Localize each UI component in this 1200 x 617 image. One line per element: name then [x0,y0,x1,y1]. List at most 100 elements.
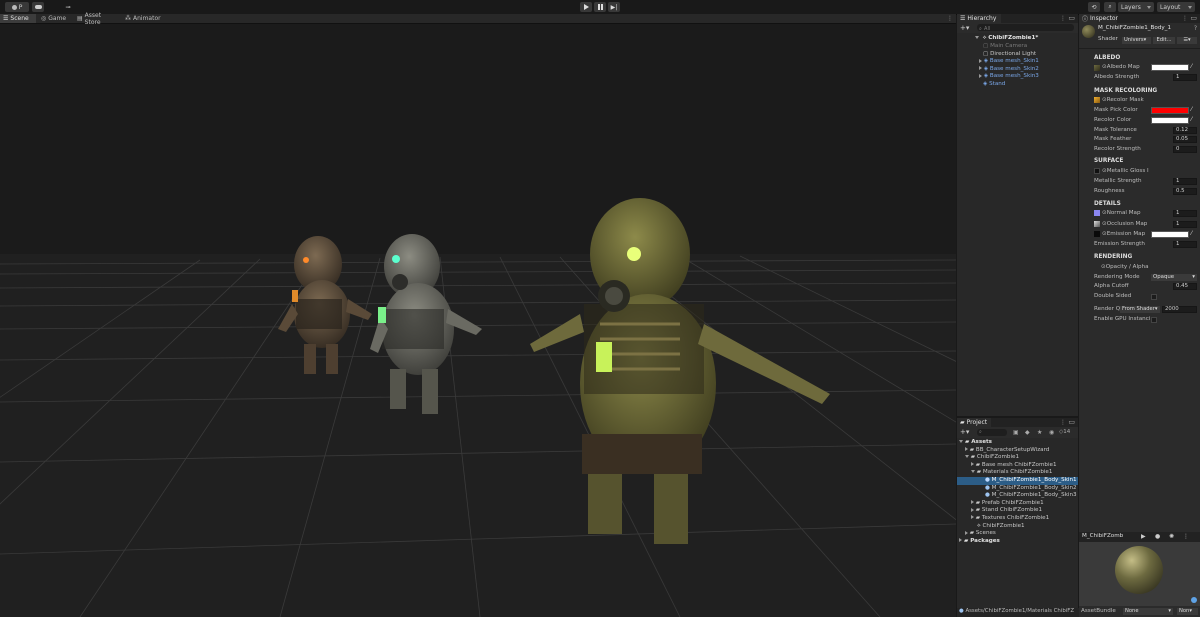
recolor-strength-field[interactable]: 0 [1173,146,1197,153]
play-icon[interactable]: ▶ [1141,533,1146,540]
layout-dropdown[interactable]: Layout [1157,2,1195,12]
albedo-strength-field[interactable]: 1 [1173,74,1197,81]
normal-strength-field[interactable]: 1 [1173,210,1197,217]
collab-button[interactable]: ⊸ [62,2,74,12]
gpu-instancing-checkbox[interactable] [1151,317,1157,323]
edit-shader-button[interactable]: Edit... [1153,37,1175,44]
play-button[interactable] [580,2,592,12]
more-options-icon[interactable]: ⋮ [1060,419,1066,426]
tree-item[interactable]: ● M_ChibiFZombie1_Body_Skin2 [957,485,1078,493]
tree-item[interactable]: ▰ Base mesh ChibiFZombie1 [957,462,1078,470]
filter-type-icon[interactable]: ▣ [1013,429,1019,436]
scene-viewport[interactable] [0,24,956,617]
more-options-icon[interactable]: ⋮ [1060,15,1066,22]
occlusion-strength-field[interactable]: 1 [1173,221,1197,228]
render-queue-field[interactable]: 2000 [1162,306,1197,313]
history-button[interactable]: ⟲ [1088,2,1100,12]
sphere-icon[interactable]: ● [1155,533,1160,540]
eyedropper-icon[interactable]: ⁄ [1191,63,1192,70]
list-item[interactable]: ◈ Base mesh_Skin2 [957,66,1078,74]
tree-item[interactable]: ▰ Textures ChibiFZombie1 [957,515,1078,523]
tree-item[interactable]: ▰ Materials ChibiFZombie1 [957,469,1078,477]
occlusion-texture-slot[interactable] [1094,221,1100,227]
double-sided-checkbox[interactable] [1151,294,1157,300]
gpu-instancing-label: Enable GPU Instanci [1094,316,1151,322]
roughness-field[interactable]: 0.5 [1173,188,1197,195]
metallic-strength-field[interactable]: 1 [1173,178,1197,185]
hidden-packages-icon[interactable]: ◉ [1049,429,1054,436]
tree-item[interactable]: ▰ Prefab ChibiFZombie1 [957,500,1078,508]
step-button[interactable]: ▶| [608,2,620,12]
mask-tolerance-field[interactable]: 0.12 [1173,127,1197,134]
tab-inspector[interactable]: ⓘ Inspector [1079,14,1118,23]
rendering-mode-dropdown[interactable]: Opaque ▾ [1151,274,1197,281]
tab-project[interactable]: ▰ Project [957,418,991,427]
tab-scene[interactable]: ☰ Scene [0,14,36,23]
favorite-icon[interactable]: ★ [1037,429,1042,436]
list-item[interactable]: ▢ Main Camera [957,43,1078,51]
emission-color-swatch[interactable] [1151,231,1189,238]
lock-icon[interactable]: ▭ [1190,14,1197,22]
list-item[interactable]: ◈ Stand [957,81,1078,89]
eyedropper-icon[interactable]: ⁄ [1191,116,1192,123]
project-search-input[interactable]: ⌕ [977,429,1007,436]
tab-animator[interactable]: ⁂ Animator [122,14,162,23]
assetbundle-variant-dropdown[interactable]: Non▾ [1177,608,1198,615]
albedo-color-swatch[interactable] [1151,64,1189,71]
asset-label-icon[interactable] [1191,597,1197,603]
tree-item[interactable]: ▰ BB_CharacterSetupWizard [957,447,1078,455]
mask-feather-field[interactable]: 0.05 [1173,136,1197,143]
layers-dropdown[interactable]: Layers [1118,2,1154,12]
tab-hierarchy[interactable]: ☰ Hierarchy [957,14,1001,23]
main-toolbar: P ⊸ ▶| ⟲ ⌕ Layers Layout [0,0,1200,15]
filter-label-icon[interactable]: ◆ [1025,429,1030,436]
cloud-button[interactable] [32,2,44,12]
recolor-color-swatch[interactable] [1151,117,1189,124]
metallic-texture-slot[interactable] [1094,168,1100,174]
tree-item[interactable]: ● M_ChibiFZombie1_Body_Skin3 [957,492,1078,500]
lock-icon[interactable]: ▭ [1068,14,1075,22]
emission-texture-slot[interactable] [1094,231,1100,237]
tree-item-selected[interactable]: ● M_ChibiFZombie1_Body_Skin1 [957,476,1078,485]
more-options-icon[interactable]: ⋮ [1183,533,1189,540]
search-button[interactable]: ⌕ [1104,2,1116,12]
lock-icon[interactable]: ▭ [1068,418,1075,426]
tree-item[interactable]: ⟡ ChibiFZombie1 [957,523,1078,531]
prefab-icon: ◈ [983,65,989,72]
alpha-cutoff-field[interactable]: 0.45 [1173,283,1197,290]
tree-item[interactable]: ▰ Packages [957,538,1078,546]
normal-texture-slot[interactable] [1094,210,1100,216]
tree-item[interactable]: ▰ Stand ChibiFZombie1 [957,507,1078,515]
tree-item[interactable]: ▰ ChibiFZombie1 [957,454,1078,462]
recolor-mask-texture-slot[interactable] [1094,97,1100,103]
light-icon[interactable]: ✺ [1169,533,1174,540]
material-preview[interactable] [1079,542,1200,606]
help-icon[interactable]: ? [1194,25,1197,32]
tab-game[interactable]: ◎ Game [38,14,70,23]
settings-menu-button[interactable]: ☰▾ [1177,37,1197,44]
more-options-icon[interactable]: ⋮ [947,15,953,22]
list-item[interactable]: ◈ Base mesh_Skin1 [957,58,1078,66]
list-item[interactable]: ▢ Directional Light [957,51,1078,59]
scene-root[interactable]: ⟡ ChibiFZombie1* [975,35,1075,43]
eyedropper-icon[interactable]: ⁄ [1191,230,1192,237]
more-options-icon[interactable]: ⋮ [1182,15,1188,22]
pause-button[interactable] [594,2,606,12]
emission-strength-field[interactable]: 1 [1173,241,1197,248]
assetbundle-dropdown[interactable]: None ▾ [1123,608,1173,615]
tab-asset-store[interactable]: ▤ Asset Store [74,12,118,26]
add-icon[interactable]: +▾ [960,24,969,32]
add-icon[interactable]: +▾ [960,428,969,436]
mask-pick-color-swatch[interactable] [1151,107,1189,114]
account-dropdown[interactable]: P [5,2,29,12]
tree-item[interactable]: ▰ Scenes [957,530,1078,538]
shader-dropdown[interactable]: Univers▾ [1122,37,1151,44]
render-queue-dropdown[interactable]: From Shader▾ [1120,306,1160,313]
eyedropper-icon[interactable]: ⁄ [1191,106,1192,113]
albedo-texture-slot[interactable] [1094,65,1100,71]
hierarchy-search-input[interactable]: ⌕ All [977,24,1074,32]
list-item[interactable]: ◈ Base mesh_Skin3 [957,73,1078,81]
tree-item[interactable]: ▰ Assets [957,439,1078,447]
preview-header: M_ChibiFZomb ▶ ● ✺ ⋮ [1079,532,1200,542]
scene-icon: ☰ [3,15,9,22]
